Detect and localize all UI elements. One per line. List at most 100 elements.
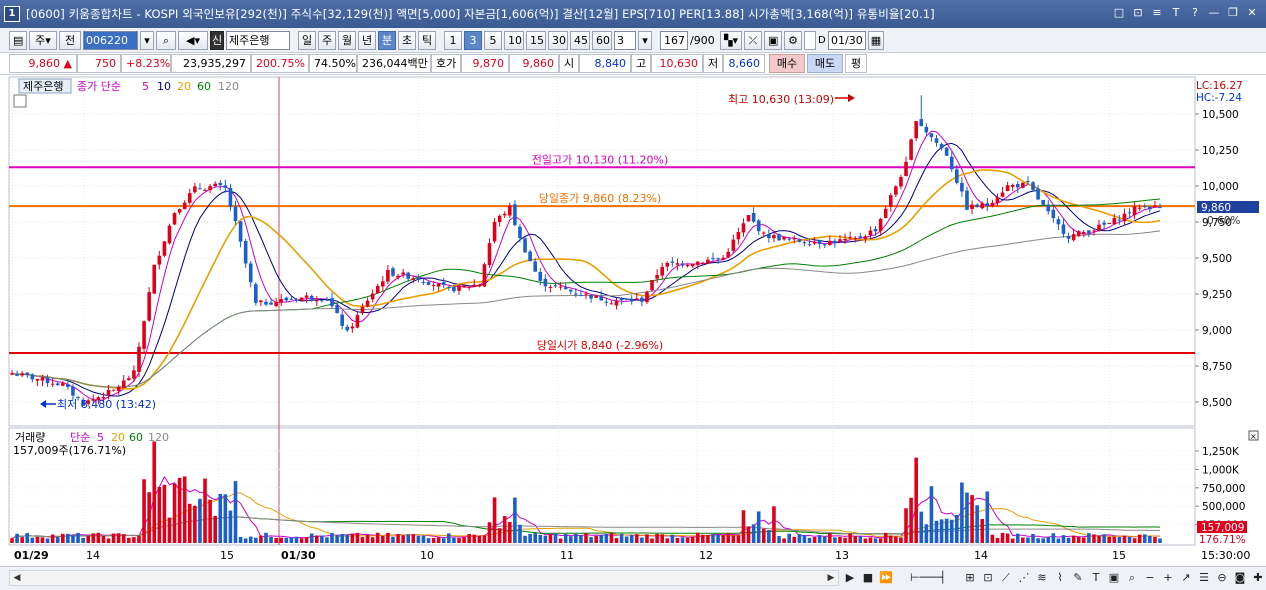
link-icon[interactable]: ⊡ xyxy=(1130,5,1146,21)
buy-button[interactable]: 매수 xyxy=(769,54,805,73)
arrow-icon[interactable]: ↗ xyxy=(1179,570,1193,586)
camera-icon[interactable]: ◙ xyxy=(1233,570,1247,586)
date-input[interactable]: 01/30 xyxy=(828,30,866,50)
calendar-icon[interactable]: ▦ xyxy=(868,30,884,50)
volume-legend-ma20: 20 xyxy=(111,431,125,444)
minimize-icon[interactable]: — xyxy=(1206,5,1222,21)
volume-bar xyxy=(624,536,629,543)
interval-30-button[interactable]: 30 xyxy=(548,30,568,50)
settings-icon[interactable]: ✚ xyxy=(1251,570,1265,586)
period-year-button[interactable]: 년 xyxy=(358,30,376,50)
volume-bar xyxy=(401,535,405,543)
interval-10-button[interactable]: 10 xyxy=(504,30,524,50)
avg-button[interactable]: 평 xyxy=(845,54,867,73)
scroll-left-icon[interactable]: ◀ xyxy=(10,571,24,585)
horizontal-scrollbar[interactable]: ◀ ▶ xyxy=(9,570,839,586)
volume-bar xyxy=(66,533,70,543)
fast-forward-icon[interactable]: ⏩ xyxy=(879,570,893,586)
period-tick-button[interactable]: 틱 xyxy=(418,30,436,50)
chart-area[interactable]: 전일고가 10,130 (11.20%) 당일종가 9,860 (8.23%) 당일… xyxy=(0,75,1266,566)
crosshair-tool-icon[interactable]: ⊞ xyxy=(963,570,977,586)
period-second-button[interactable]: 초 xyxy=(398,30,416,50)
prev-button[interactable]: 전 xyxy=(59,30,81,50)
volume-bar xyxy=(1000,532,1005,543)
interval-15-button[interactable]: 15 xyxy=(526,30,546,50)
sell-button[interactable]: 매도 xyxy=(807,54,843,73)
candle-body xyxy=(721,257,725,260)
layout-icon[interactable]: ▤ xyxy=(9,30,27,50)
zoom-slider[interactable]: ⊢───┤ xyxy=(897,570,959,586)
period-type-select[interactable]: 주▾ xyxy=(29,30,57,50)
candle-body xyxy=(142,321,146,349)
volume-bar xyxy=(411,534,416,543)
volume-bar xyxy=(91,533,96,543)
link-chart-icon[interactable]: ⊖ xyxy=(1215,570,1229,586)
maximize-icon[interactable]: ❐ xyxy=(1225,5,1241,21)
cycle-tool-icon[interactable]: ⌇ xyxy=(1053,570,1067,586)
zoom-in-icon[interactable]: + xyxy=(1161,570,1175,586)
interval-60-button[interactable]: 60 xyxy=(592,30,612,50)
gear-icon[interactable]: ⚙ xyxy=(784,30,802,50)
interval-45-button[interactable]: 45 xyxy=(570,30,590,50)
zoom-icon[interactable]: ⌕ xyxy=(1125,570,1139,586)
scroll-right-icon[interactable]: ▶ xyxy=(824,571,838,585)
close-icon[interactable]: ✕ xyxy=(1244,5,1260,21)
volume-bar xyxy=(640,537,644,543)
price-chart-svg[interactable]: 전일고가 10,130 (11.20%) 당일종가 9,860 (8.23%) 당일… xyxy=(0,75,1266,566)
candle-body xyxy=(848,237,852,239)
volume-bar xyxy=(1127,536,1132,543)
play-icon[interactable]: ▶ xyxy=(843,570,857,586)
candle-body xyxy=(518,226,522,238)
line-tool-icon[interactable]: ⟋ xyxy=(999,570,1013,586)
pin-icon[interactable]: □ xyxy=(1111,5,1127,21)
zoom-out-icon[interactable]: − xyxy=(1143,570,1157,586)
interval-value-input[interactable]: 3 xyxy=(614,30,636,50)
text-tool-icon[interactable]: T xyxy=(1089,570,1103,586)
volume-bar xyxy=(1005,533,1010,543)
interval-dropdown-icon[interactable]: ▾ xyxy=(638,30,652,50)
current-price-axis-label: 9,860 xyxy=(1201,202,1231,214)
interval-1-button[interactable]: 1 xyxy=(444,30,462,50)
period-day-button[interactable]: 일 xyxy=(298,30,316,50)
trend-tool-icon[interactable]: ⋰ xyxy=(1017,570,1031,586)
volume-bar xyxy=(584,533,588,543)
stock-code-input[interactable]: 006220 xyxy=(83,30,138,50)
crosshair-icon[interactable]: ⤫ xyxy=(744,30,762,50)
open-price: 8,840 xyxy=(579,54,631,73)
search-icon[interactable]: ⌕ xyxy=(156,30,176,50)
volume-bar xyxy=(1082,537,1086,543)
candle-body xyxy=(386,269,390,282)
fib-tool-icon[interactable]: ≋ xyxy=(1035,570,1049,586)
volume-legend-ma120: 120 xyxy=(148,431,169,444)
volume-bar xyxy=(381,535,385,543)
interval-3-button[interactable]: 3 xyxy=(464,30,482,50)
candle-body xyxy=(812,242,817,244)
volume-bar xyxy=(386,532,390,543)
pen-tool-icon[interactable]: ✎ xyxy=(1071,570,1085,586)
grid-toggle-icon[interactable] xyxy=(13,94,27,108)
candle-body xyxy=(401,272,405,275)
list-icon[interactable]: ☰ xyxy=(1197,570,1211,586)
period-month-button[interactable]: 월 xyxy=(338,30,356,50)
count-input[interactable]: 167 xyxy=(660,30,688,50)
period-minute-button[interactable]: 분 xyxy=(378,30,396,50)
indicator-icon[interactable]: ▚▾ xyxy=(720,30,742,50)
period-week-button[interactable]: 주 xyxy=(318,30,336,50)
stop-icon[interactable]: ■ xyxy=(861,570,875,586)
capture-icon[interactable]: ▣ xyxy=(1107,570,1121,586)
candle-body xyxy=(320,300,324,302)
help-icon[interactable]: ? xyxy=(1187,5,1203,21)
speaker-icon[interactable]: ◀▾ xyxy=(178,30,208,50)
text-icon[interactable]: T xyxy=(1168,5,1184,21)
stock-name-field[interactable]: 제주은행 xyxy=(226,30,290,50)
menu-icon[interactable]: ≡ xyxy=(1149,5,1165,21)
date-checkbox[interactable] xyxy=(804,30,816,50)
candle-body xyxy=(574,293,578,295)
volume-bar xyxy=(645,534,649,543)
interval-5-button[interactable]: 5 xyxy=(484,30,502,50)
volume-bar xyxy=(894,536,898,543)
candle-body xyxy=(487,243,492,266)
stock-code-dropdown-icon[interactable]: ▾ xyxy=(140,30,154,50)
rect-tool-icon[interactable]: ⊡ xyxy=(981,570,995,586)
save-icon[interactable]: ▣ xyxy=(764,30,782,50)
